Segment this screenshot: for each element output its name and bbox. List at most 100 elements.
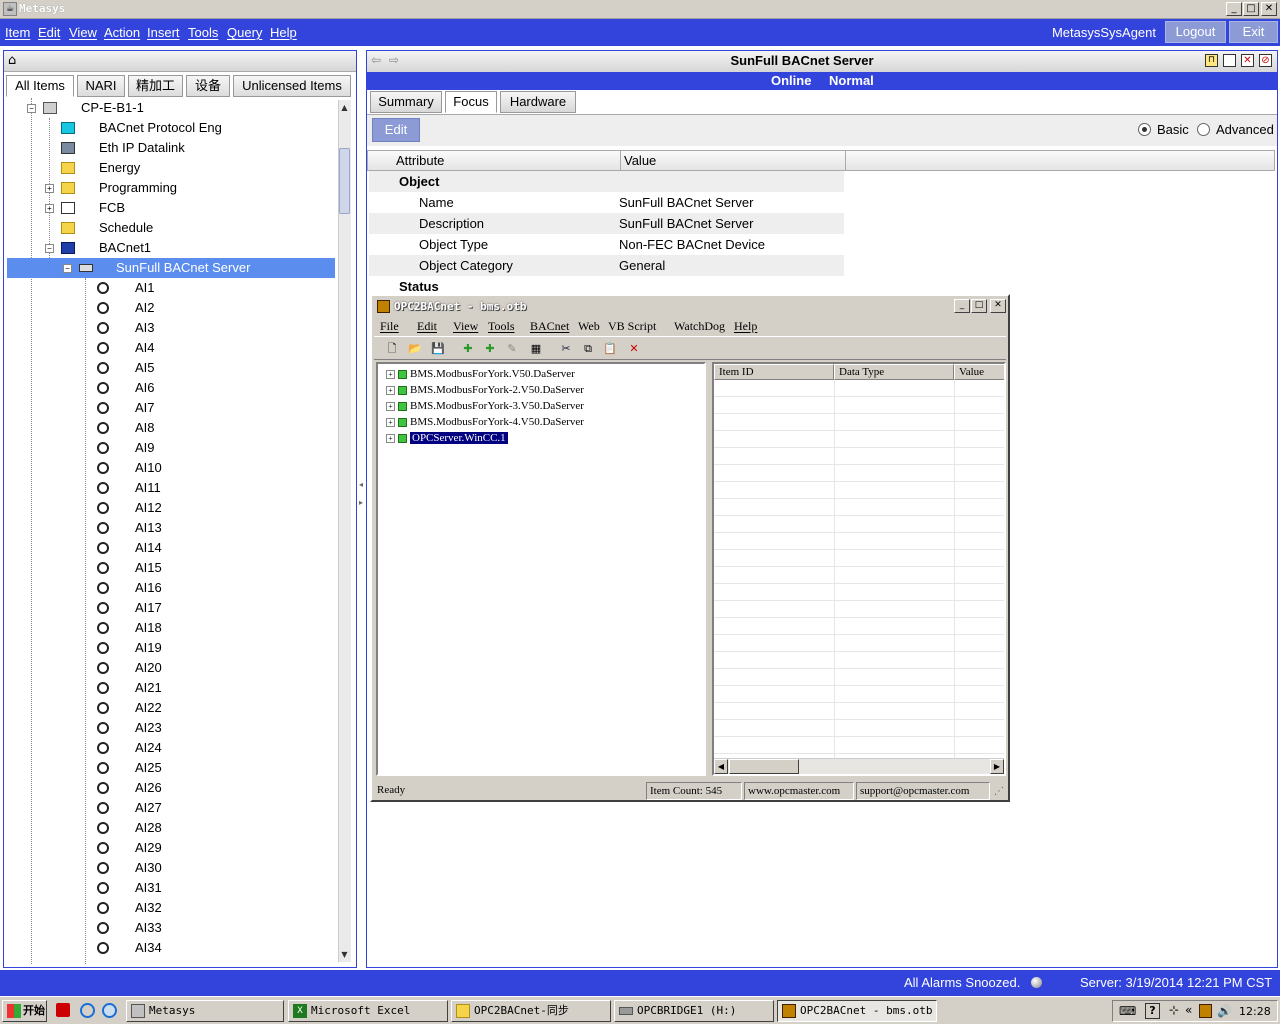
tree-item-point[interactable]: AI33 [79, 918, 329, 938]
menu-item-view[interactable]: View [69, 25, 97, 40]
open-folder-icon[interactable]: 📂 [407, 342, 423, 356]
expand-toggle[interactable]: + [386, 433, 395, 443]
tree-item-point[interactable]: AI26 [79, 778, 329, 798]
ime-icon[interactable]: ⊹ [1169, 1003, 1179, 1017]
panel-splitter[interactable]: ◂ ▸ [359, 480, 364, 540]
start-button[interactable]: 开始 [2, 1000, 47, 1022]
opc-close-button[interactable]: ✕ [990, 299, 1006, 313]
opc-menu-bacnet[interactable]: BACnet [530, 319, 569, 334]
tree-item-point[interactable]: AI23 [79, 718, 329, 738]
browser-icon[interactable] [102, 1003, 117, 1018]
save-icon[interactable]: 💾 [430, 342, 446, 356]
logout-button[interactable]: Logout [1165, 21, 1226, 43]
close-button[interactable]: ✕ [1261, 2, 1277, 16]
advanced-radio[interactable] [1197, 123, 1210, 136]
opc-server-item[interactable]: + BMS.ModbusForYork.V50.DaServer [386, 366, 575, 382]
tree-item-point[interactable]: AI13 [79, 518, 329, 538]
tree-item-programming[interactable]: + Programming [43, 178, 333, 198]
basic-radio[interactable] [1138, 123, 1151, 136]
add-server-icon[interactable]: ✚ [460, 342, 476, 356]
keyboard-icon[interactable]: ⌨ [1119, 1004, 1136, 1018]
menu-item-help[interactable]: Help [270, 25, 297, 40]
taskbar-item-opc2bacnet-sync[interactable]: OPC2BACnet-同步 [451, 1000, 611, 1022]
tree-item-eth-ip-datalink[interactable]: Eth IP Datalink [43, 138, 333, 158]
delete-icon[interactable]: ✕ [626, 342, 642, 356]
tree-item-bacnet1[interactable]: − BACnet1 [43, 238, 333, 258]
tree-item-point[interactable]: AI15 [79, 558, 329, 578]
alarm-indicator-icon[interactable] [1031, 977, 1042, 988]
tree-item-point[interactable]: AI7 [79, 398, 329, 418]
opc-server-item[interactable]: + BMS.ModbusForYork-4.V50.DaServer [386, 414, 584, 430]
opc-server-item-selected[interactable]: + OPCServer.WinCC.1 [386, 430, 509, 446]
copy-icon[interactable]: ⧉ [580, 342, 596, 356]
add-group-icon[interactable]: ✚ [482, 342, 498, 356]
taskbar-item-excel[interactable]: X Microsoft Excel [288, 1000, 448, 1022]
help-icon[interactable]: ? [1145, 1003, 1160, 1019]
grid-row-object-type[interactable]: Object Type Non-FEC BACnet Device [369, 234, 844, 255]
clock[interactable]: 12:28 [1239, 1005, 1271, 1018]
expand-toggle[interactable]: + [45, 184, 54, 193]
collapse-toggle[interactable]: − [27, 104, 36, 113]
tab-hardware[interactable]: Hardware [500, 91, 576, 113]
close-display-icon[interactable]: ✕ [1241, 54, 1254, 67]
tree-item-point[interactable]: AI10 [79, 458, 329, 478]
tree-item-point[interactable]: AI8 [79, 418, 329, 438]
opc-menu-help[interactable]: Help [734, 319, 757, 334]
opc-maximize-button[interactable]: □ [971, 299, 987, 313]
data-type-column-header[interactable]: Data Type [834, 364, 954, 380]
tree-item-point[interactable]: AI5 [79, 358, 329, 378]
opc-server-item[interactable]: + BMS.ModbusForYork-3.V50.DaServer [386, 398, 584, 414]
scroll-down-arrow-icon[interactable]: ▼ [339, 949, 350, 960]
tree-item-point[interactable]: AI24 [79, 738, 329, 758]
hscroll-thumb[interactable] [729, 759, 799, 774]
speaker-icon[interactable]: 🔊 [1217, 1004, 1232, 1018]
tree-item-point[interactable]: AI34 [79, 938, 329, 958]
scroll-left-arrow-icon[interactable]: ◀ [714, 759, 728, 774]
tree-item-point[interactable]: AI1 [79, 278, 329, 298]
edit-button[interactable]: Edit [372, 118, 420, 142]
tab-nari[interactable]: NARI [77, 75, 125, 97]
taskbar-item-opc2bacnet-bms[interactable]: OPC2BACnet - bms.otb [777, 1000, 937, 1022]
tree-item-point[interactable]: AI21 [79, 678, 329, 698]
attribute-column-header[interactable]: Attribute [396, 151, 444, 170]
maximize-button[interactable]: □ [1243, 2, 1259, 16]
tree-item-point[interactable]: AI17 [79, 598, 329, 618]
item-id-column-header[interactable]: Item ID [714, 364, 834, 380]
add-item-icon[interactable]: ✎ [504, 342, 520, 356]
close-all-icon[interactable]: ⊘ [1259, 54, 1272, 67]
opc-menu-web[interactable]: Web [578, 319, 600, 334]
tree-root[interactable]: − CP-E-B1-1 [25, 98, 325, 118]
collapse-toggle[interactable]: − [63, 264, 72, 273]
menu-item-action[interactable]: Action [104, 25, 140, 40]
tree-item-point[interactable]: AI6 [79, 378, 329, 398]
menu-item-edit[interactable]: Edit [38, 25, 60, 40]
expand-toggle[interactable]: + [386, 417, 395, 427]
opc-menu-file[interactable]: File [380, 319, 399, 334]
opc-menu-watchdog[interactable]: WatchDog [674, 319, 725, 334]
tab-summary[interactable]: Summary [370, 91, 442, 113]
tree-item-point[interactable]: AI31 [79, 878, 329, 898]
tab-all-items[interactable]: All Items [6, 75, 74, 97]
opc2bacnet-tray-icon[interactable] [1199, 1004, 1212, 1018]
tree-item-point[interactable]: AI32 [79, 898, 329, 918]
home-icon[interactable]: ⌂ [8, 53, 16, 68]
tree-item-bacnet-protocol-eng[interactable]: BACnet Protocol Eng [43, 118, 333, 138]
minimize-button[interactable]: _ [1226, 2, 1242, 16]
value-column-header[interactable]: Value [954, 364, 1004, 380]
tree-item-point[interactable]: AI29 [79, 838, 329, 858]
tree-item-point[interactable]: AI30 [79, 858, 329, 878]
tree-item-point[interactable]: AI19 [79, 638, 329, 658]
tab-unlicensed-items[interactable]: Unlicensed Items [233, 75, 351, 97]
expand-toggle[interactable]: + [45, 204, 54, 213]
taskbar-item-opcbridge1[interactable]: OPCBRIDGE1 (H:) [614, 1000, 774, 1022]
menu-item-insert[interactable]: Insert [147, 25, 180, 40]
internet-explorer-icon[interactable] [80, 1003, 95, 1018]
restore-icon[interactable] [1223, 54, 1236, 67]
pdf-reader-icon[interactable] [56, 1003, 70, 1017]
opc-menu-tools[interactable]: Tools [488, 319, 515, 334]
tree-item-point[interactable]: AI25 [79, 758, 329, 778]
tree-item-point[interactable]: AI4 [79, 338, 329, 358]
opc-list-hscrollbar[interactable]: ◀ ▶ [714, 758, 1004, 774]
tab-focus[interactable]: Focus [445, 91, 497, 113]
lock-icon[interactable]: ⊓ [1205, 54, 1218, 67]
